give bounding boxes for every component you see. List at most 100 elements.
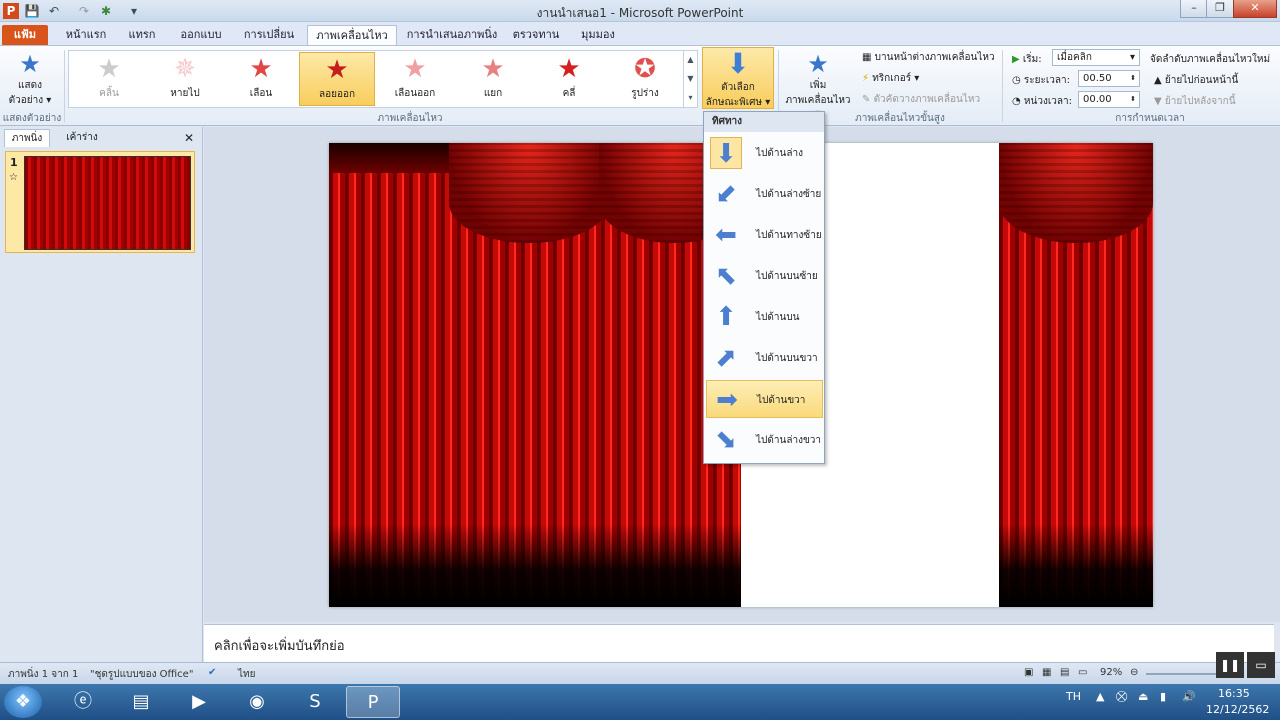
preview-button[interactable]: ★ แสดง ตัวอย่าง ▾: [4, 50, 56, 108]
pause-icon[interactable]: ❚❚: [1216, 652, 1244, 678]
star-icon: ★: [249, 54, 273, 84]
direction-up[interactable]: ⬆ ไปด้านบน: [706, 298, 823, 336]
clock-date[interactable]: 12/12/2562: [1206, 703, 1269, 716]
network-icon[interactable]: ⛒: [1116, 690, 1127, 704]
group-separator: [1002, 50, 1003, 122]
file-explorer-icon[interactable]: ▤: [114, 686, 168, 718]
advanced-group-label: ภาพเคลื่อนไหวขั้นสูง: [855, 113, 945, 124]
slideshow-view-icon[interactable]: ▭: [1078, 667, 1087, 678]
arrow-down-icon: ⬇: [710, 137, 742, 169]
duration-input[interactable]: 00.50 ⬍: [1078, 70, 1140, 87]
input-language[interactable]: TH: [1066, 690, 1081, 703]
maximize-button[interactable]: ❐: [1206, 0, 1234, 18]
spell-check-icon[interactable]: ✔: [208, 667, 216, 678]
trigger-button[interactable]: ⚡ ทริกเกอร์ ▾: [862, 71, 919, 86]
delay-label: ◔ หน่วงเวลา:: [1012, 96, 1072, 107]
normal-view-icon[interactable]: ▣: [1024, 667, 1033, 678]
anim-shape[interactable]: ✪ รูปร่าง: [607, 52, 683, 106]
zoom-level[interactable]: 92%: [1100, 667, 1122, 678]
close-pane-icon[interactable]: ✕: [180, 129, 198, 147]
signal-icon[interactable]: ▮: [1160, 690, 1166, 703]
start-select[interactable]: เมื่อคลิก ▾: [1052, 49, 1140, 66]
thumbnail-curtain-image: [24, 156, 191, 250]
volume-icon[interactable]: 🔊: [1182, 690, 1196, 703]
tab-view[interactable]: มุมมอง: [570, 25, 626, 45]
star-icon: ★: [481, 54, 505, 84]
notes-pane[interactable]: คลิกเพื่อจะเพิ่มบันทึกย่อ: [204, 624, 1274, 662]
anim-appear[interactable]: ★ คลิ้น: [71, 52, 147, 106]
direction-left[interactable]: ⬅ ไปด้านทางซ้าย: [706, 216, 823, 254]
reading-view-icon[interactable]: ▤: [1060, 667, 1069, 678]
clock-time[interactable]: 16:35: [1218, 687, 1250, 700]
slide-sorter-icon[interactable]: ▦: [1042, 667, 1051, 678]
tab-insert[interactable]: แทรก: [120, 25, 164, 45]
start-button[interactable]: ❖: [4, 686, 42, 718]
anim-fly-out[interactable]: ★ ลอยออก: [299, 52, 375, 106]
close-button[interactable]: ✕: [1233, 0, 1277, 18]
minimize-button[interactable]: –: [1180, 0, 1208, 18]
move-earlier-button[interactable]: ▲ ย้ายไปก่อนหน้านี้: [1154, 73, 1238, 88]
tab-outline[interactable]: เค้าร่าง: [54, 129, 110, 147]
star-icon: ★: [325, 55, 349, 85]
animation-marker-icon: ☆: [9, 172, 18, 183]
star-icon: ✵: [174, 54, 196, 84]
zoom-out-icon[interactable]: ⊖: [1130, 667, 1138, 678]
anim-wipe[interactable]: ★ คลี่: [531, 52, 607, 106]
tab-transitions[interactable]: การเปลี่ยน: [236, 25, 302, 45]
add-animation-button[interactable]: ★ เพิ่ม ภาพเคลื่อนไหว ▾: [782, 50, 854, 119]
tab-file[interactable]: แฟ้ม: [2, 25, 48, 45]
zoom-slider[interactable]: [1146, 673, 1216, 675]
anim-fade[interactable]: ★ เลือน: [223, 52, 299, 106]
star-icon: ★: [403, 54, 427, 84]
gallery-more-icon[interactable]: ▾: [683, 89, 697, 108]
direction-up-left[interactable]: ⬉ ไปด้านบนซ้าย: [706, 257, 823, 295]
recorder-app-icon[interactable]: S: [288, 686, 342, 718]
animation-pane-icon: ▦: [862, 52, 875, 63]
tray-expand-icon[interactable]: ▲: [1096, 690, 1104, 703]
anim-fade-out[interactable]: ★ เลือนออก: [377, 52, 453, 106]
chevron-down-icon: ▾: [1129, 52, 1135, 63]
lightning-icon: ⚡: [862, 73, 873, 84]
triangle-up-icon: ▲: [1154, 75, 1165, 86]
slides-pane: ภาพนิ่ง เค้าร่าง ✕ 1 ☆: [0, 127, 203, 662]
clock-icon: ◷: [1012, 75, 1024, 86]
animation-pane-button[interactable]: ▦ บานหน้าต่างภาพเคลื่อนไหว: [862, 50, 995, 65]
language-indicator[interactable]: ไทย: [238, 667, 255, 682]
move-later-button[interactable]: ▼ ย้ายไปหลังจากนี้: [1154, 94, 1236, 109]
tab-design[interactable]: ออกแบบ: [172, 25, 230, 45]
down-arrow-icon: ⬇: [726, 47, 750, 80]
tab-slideshow[interactable]: การนำเสนอภาพนิ่ง: [402, 25, 502, 45]
media-player-icon[interactable]: ▶: [172, 686, 226, 718]
powerpoint-task-icon[interactable]: P: [346, 686, 400, 718]
anim-split[interactable]: ★ แยก: [455, 52, 531, 106]
preview-star-icon: ★: [19, 50, 41, 78]
direction-down-right[interactable]: ⬊ ไปด้านล่างขวา: [706, 421, 823, 459]
status-bar: ภาพนิ่ง 1 จาก 1 "ชุดรูปแบบของ Office" ✔ …: [0, 662, 1280, 684]
delay-input[interactable]: 00.00 ⬍: [1078, 91, 1140, 108]
tab-slides[interactable]: ภาพนิ่ง: [4, 129, 50, 147]
direction-down[interactable]: ⬇ ไปด้านล่าง: [706, 134, 823, 172]
internet-explorer-icon[interactable]: ⓔ: [56, 686, 110, 718]
direction-right[interactable]: ➡ ไปด้านขวา: [706, 380, 823, 418]
animation-painter-button[interactable]: ✎ ตัวคัดวางภาพเคลื่อนไหว: [862, 92, 980, 107]
effect-options-button[interactable]: ⬇ ตัวเลือก ลักษณะพิเศษ ▾: [702, 47, 774, 109]
tab-review[interactable]: ตรวจทาน: [508, 25, 564, 45]
effect-options-dropdown: ทิศทาง ⬇ ไปด้านล่าง ⬋ ไปด้านล่างซ้าย ⬅ ไปด้…: [703, 111, 825, 464]
direction-header: ทิศทาง: [704, 112, 824, 132]
anim-disappear[interactable]: ✵ หายไป: [147, 52, 223, 106]
gallery-scroll-down-icon[interactable]: ▼: [683, 70, 697, 89]
chrome-icon[interactable]: ◉: [230, 686, 284, 718]
start-label: ▶ เริ่ม:: [1012, 54, 1042, 65]
curtain-valance: [449, 143, 609, 243]
add-star-icon: ★: [807, 50, 829, 78]
tab-home[interactable]: หน้าแรก: [56, 25, 116, 45]
screen-icon[interactable]: ▭: [1247, 652, 1275, 678]
direction-up-right[interactable]: ⬈ ไปด้านบนขวา: [706, 339, 823, 377]
usb-icon[interactable]: ⏏: [1138, 690, 1148, 703]
direction-down-left[interactable]: ⬋ ไปด้านล่างซ้าย: [706, 175, 823, 213]
tab-animations[interactable]: ภาพเคลื่อนไหว: [307, 25, 397, 45]
gallery-scroll-up-icon[interactable]: ▲: [683, 51, 697, 70]
animation-gallery: ★ คลิ้น ✵ หายไป ★ เลือน ★ ลอยออก ★ เลือนออก ★…: [68, 50, 698, 108]
arrow-down-right-icon: ⬊: [715, 425, 737, 455]
slide-thumbnail[interactable]: 1 ☆: [5, 151, 195, 253]
